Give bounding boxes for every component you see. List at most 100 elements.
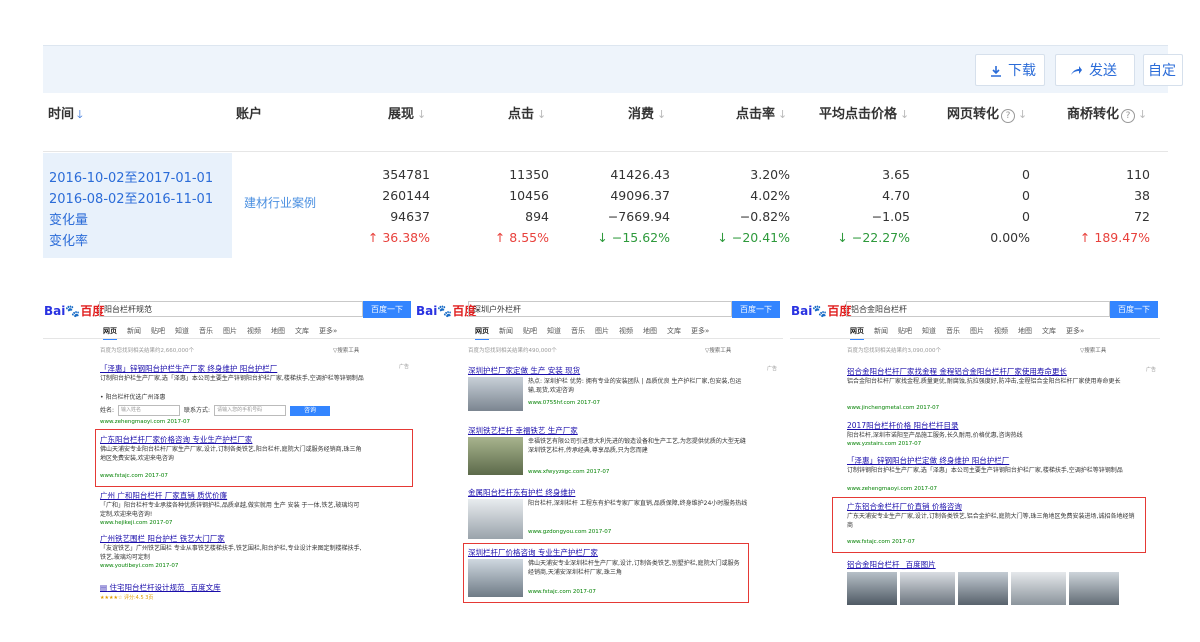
tab-map[interactable]: 地图 [1018,327,1032,335]
search-input[interactable]: 铝合金阳台栏杆 [846,301,1110,317]
sort-icon[interactable]: ↓ [657,93,666,137]
result-title[interactable]: 金属阳台栏杆东有护栏 终身维护 [468,487,575,498]
search-input[interactable]: 阳台栏杆规范 [99,301,363,317]
tab-zhidao[interactable]: 知道 [922,327,936,335]
search-button[interactable]: 百度一下 [363,301,411,318]
help-icon[interactable]: ? [1001,109,1016,123]
tab-news[interactable]: 新闻 [874,327,888,335]
search-input[interactable]: 深圳户外栏杆 [468,301,732,317]
result-title[interactable]: 「泽惠」锌钢阳台护栏生产厂家 终身维护 阳台护栏厂 [100,363,277,374]
result-url: www.gzdongyou.com 2017-07 [528,529,612,535]
result-title[interactable]: 深圳铁艺栏杆 幸福铁艺 生产厂家 [468,425,578,436]
tab-music[interactable]: 音乐 [571,327,585,335]
tab-music[interactable]: 音乐 [199,327,213,335]
result-title[interactable]: ▤ 住宅阳台栏杆设计规范 _百度文库 [100,582,221,593]
result-title[interactable]: 广东阳台栏杆厂家价格咨询 专业生产护栏厂家 [100,434,252,445]
tab-more[interactable]: 更多» [691,327,709,335]
tab-map[interactable]: 地图 [643,327,657,335]
tab-images[interactable]: 图片 [223,327,237,335]
sort-down-icon[interactable]: 🡓 [77,93,83,137]
sort-icon[interactable]: ↓ [1138,93,1147,137]
col-cost-label: 消费 [628,107,655,122]
tab-news[interactable]: 新闻 [127,327,141,335]
tab-wenku[interactable]: 文库 [1042,327,1056,335]
result-thumbnail[interactable] [468,377,523,411]
logo-text-a: Bai [44,304,66,318]
sort-icon[interactable]: ↓ [900,93,909,137]
sort-icon[interactable]: ↓ [417,93,426,137]
tab-more[interactable]: 更多» [1066,327,1084,335]
col-account-label: 账户 [236,107,263,122]
tab-images[interactable]: 图片 [970,327,984,335]
result-title[interactable]: 「泽惠」锌钢阳台护栏定做 终身维护 阳台护栏厂 [847,455,1009,466]
sort-icon[interactable]: ↓ [1018,93,1027,137]
tab-map[interactable]: 地图 [271,327,285,335]
help-icon[interactable]: ? [1121,109,1136,123]
col-clicks[interactable]: 点击 ↓ [508,93,546,137]
result-title[interactable]: 深圳栏杆厂价格咨询 专业生产护栏厂家 [468,547,598,558]
tab-zhidao[interactable]: 知道 [547,327,561,335]
search-button[interactable]: 百度一下 [732,301,780,318]
search-tools[interactable]: ▽搜索工具 [333,346,359,354]
result-desc: 订制锌钢阳台护栏生产厂家,选「泽惠」本公司主要生产锌钢阳台护栏厂家,楼梯扶手,空… [847,467,1123,474]
nav-divider [43,338,415,339]
arrow-down-icon: ↓ [717,230,728,245]
image-result-thumb[interactable] [900,572,955,605]
logo-text-a: Bai [416,304,438,318]
send-button[interactable]: 发送 [1055,54,1135,86]
serp-screenshot-3: Bai🐾百度 铝合金阳台栏杆 百度一下 网页 新闻 贴吧 知道 音乐 图片 视频 地图 文库 更多… [790,297,1160,605]
download-button[interactable]: 下载 [975,54,1045,86]
name-field[interactable]: 输入姓名 [118,405,181,416]
col-ctr[interactable]: 点击率 ↓ [736,93,787,137]
result-url: www.jinchengmetal.com 2017-07 [847,405,940,411]
sort-icon[interactable]: ↓ [778,93,787,137]
tab-video[interactable]: 视频 [994,327,1008,335]
result-thumbnail[interactable] [468,499,523,539]
customize-button[interactable]: 自定 [1143,54,1183,86]
tab-wenku[interactable]: 文库 [295,327,309,335]
image-result-thumb[interactable] [847,572,897,605]
result-title[interactable]: 铝合金阳台栏杆 _百度图片 [847,559,936,570]
result-title[interactable]: 广州铁艺围栏 阳台护栏 铁艺大门厂家 [100,533,225,544]
lead-form: 姓名: 输入姓名 联系方式: 请输入您的手机号码 咨询 [100,405,331,416]
col-time[interactable]: 时间 🡓 [48,93,83,137]
rate-bridge-conv: ↑ 189.47% [1080,230,1150,245]
arrow-down-icon: ↓ [837,230,848,245]
tab-wenku[interactable]: 文库 [667,327,681,335]
phone-field[interactable]: 请输入您的手机号码 [214,405,287,416]
tab-video[interactable]: 视频 [619,327,633,335]
tab-images[interactable]: 图片 [595,327,609,335]
result-title[interactable]: 广州 广和阳台栏杆 厂家直销 质优价廉 [100,490,227,501]
tab-tieba[interactable]: 贴吧 [151,327,165,335]
col-web-conv[interactable]: 网页转化? ↓ [947,93,1027,137]
account-name[interactable]: 建材行业案例 [244,194,316,211]
result-thumbnail[interactable] [468,437,523,475]
result-title[interactable]: 广东铝合金栏杆厂价直销 价格咨询 [847,501,962,512]
tab-zhidao[interactable]: 知道 [175,327,189,335]
consult-button[interactable]: 咨询 [290,405,331,416]
result-sublink[interactable]: • 阳台栏杆优选广州泽惠 [100,393,165,402]
col-cost[interactable]: 消费 ↓ [628,93,666,137]
result-thumbnail[interactable] [468,559,523,597]
result-title[interactable]: 深圳护栏厂家定做 生产 安装 现货 [468,365,580,376]
tab-music[interactable]: 音乐 [946,327,960,335]
result-title[interactable]: 2017阳台栏杆价格 阳台栏杆目录 [847,420,958,431]
tab-more[interactable]: 更多» [319,327,337,335]
image-result-thumb[interactable] [1069,572,1119,605]
col-avg-cpc[interactable]: 平均点击价格 ↓ [819,93,909,137]
result-desc: 铝合金阳台栏杆厂家找金程,质量更优,耐腐蚀,抗拉强度好,防冲击,金程铝合金阳台栏… [847,378,1121,385]
col-impressions[interactable]: 展现 ↓ [388,93,426,137]
col-bridge-conv[interactable]: 商桥转化? ↓ [1067,93,1147,137]
result-title[interactable]: 铝合金阳台栏杆厂家找金程 金程铝合金阳台栏杆厂家使用寿命更长 [847,366,1067,377]
image-result-thumb[interactable] [1011,572,1066,605]
search-tools[interactable]: ▽搜索工具 [1080,346,1106,354]
search-tools[interactable]: ▽搜索工具 [705,346,731,354]
tab-tieba[interactable]: 贴吧 [523,327,537,335]
search-button[interactable]: 百度一下 [1110,301,1158,318]
sort-icon[interactable]: ↓ [537,93,546,137]
tab-tieba[interactable]: 贴吧 [898,327,912,335]
tab-news[interactable]: 新闻 [499,327,513,335]
result-count: 百度为您找到相关结果约3,090,000个 [847,348,941,354]
tab-video[interactable]: 视频 [247,327,261,335]
image-result-thumb[interactable] [958,572,1008,605]
